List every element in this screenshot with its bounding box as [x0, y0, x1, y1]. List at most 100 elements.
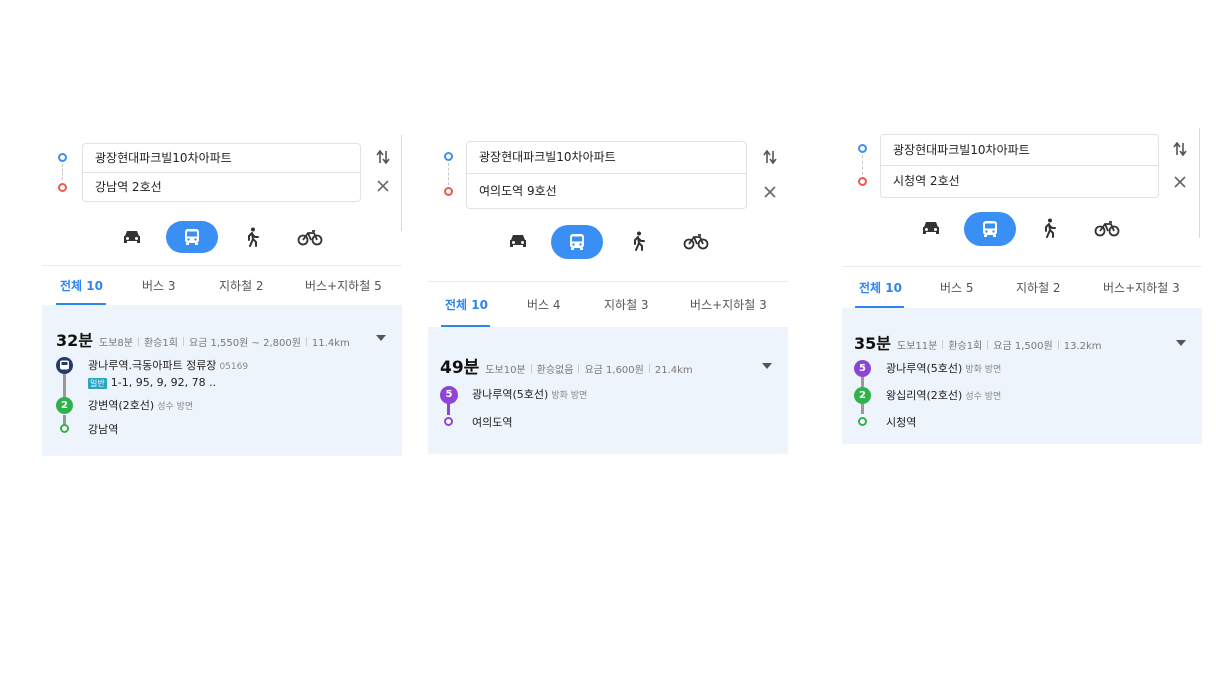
step-sub: 성수 방면 — [965, 392, 1002, 402]
distance: 11.4km — [311, 338, 350, 349]
meta-separator — [530, 364, 532, 373]
step-name: 여의도역 — [472, 416, 513, 429]
route-search: 광장현대파크빌10차아파트 여의도역 9호선 — [428, 135, 788, 225]
route-result-card[interactable]: 35분 도보11분 환승1회 요금 1,500원 13.2km 5 광나루역(5… — [842, 308, 1202, 444]
step-name: 강변역(2호선) — [88, 399, 155, 412]
mode-bike-button[interactable] — [1085, 212, 1129, 244]
walk-icon — [634, 231, 645, 251]
meta-separator — [987, 340, 989, 349]
route-step: 2 강변역(2호선) 성수 방면 — [56, 397, 402, 421]
caret-down-icon[interactable] — [376, 335, 386, 341]
route-step: 강남역 — [56, 421, 402, 445]
tab-bus-subway[interactable]: 버스+지하철 3 — [690, 296, 767, 313]
mode-bus-button[interactable] — [166, 221, 218, 253]
destination-input[interactable]: 강남역 2호선 — [82, 172, 361, 202]
bus-icon — [983, 221, 997, 237]
mode-bus-button[interactable] — [964, 212, 1016, 246]
bike-icon — [683, 234, 709, 250]
tab-all[interactable]: 전체 10 — [60, 277, 103, 294]
step-name: 광나루역.극동아파트 정류장 — [88, 359, 217, 372]
tab-bus[interactable]: 버스 4 — [527, 296, 561, 313]
destination-marker-icon — [444, 187, 453, 196]
route-step: 5 광나루역(5호선) 방화 방면 — [440, 386, 788, 414]
origin-input[interactable]: 광장현대파크빌10차아파트 — [466, 141, 747, 174]
route-connector — [62, 164, 63, 180]
mode-walk-button[interactable] — [230, 221, 274, 253]
step-name: 왕십리역(2호선) — [886, 389, 963, 402]
mode-bike-button[interactable] — [288, 221, 332, 253]
origin-marker-icon — [858, 144, 867, 153]
route-summary: 35분 도보11분 환승1회 요금 1,500원 13.2km — [854, 330, 1202, 354]
route-step: 광나루역.극동아파트 정류장 05169 일반 1-1, 95, 9, 92, 78… — [56, 357, 402, 397]
fare: 요금 1,550원 ~ 2,800원 — [188, 338, 301, 349]
meta-separator — [578, 364, 580, 373]
destination-marker-icon — [858, 177, 867, 186]
mode-walk-button[interactable] — [616, 225, 660, 257]
tab-bus[interactable]: 버스 5 — [940, 279, 974, 296]
tab-bus-subway[interactable]: 버스+지하철 3 — [1103, 279, 1180, 296]
route-result-card[interactable]: 49분 도보10분 환승없음 요금 1,600원 21.4km 5 광나루역(5… — [428, 327, 788, 454]
destination-marker-icon — [58, 183, 67, 192]
close-icon[interactable] — [1173, 175, 1187, 189]
step-name: 광나루역(5호선) — [886, 362, 963, 375]
close-icon[interactable] — [376, 179, 390, 193]
origin-marker-icon — [444, 152, 453, 161]
tab-bus[interactable]: 버스 3 — [142, 277, 176, 294]
mode-bike-button[interactable] — [674, 225, 718, 257]
route-summary: 49분 도보10분 환승없음 요금 1,600원 21.4km — [440, 353, 788, 378]
mode-car-button[interactable] — [110, 221, 154, 253]
meta-separator — [305, 337, 307, 346]
step-name: 강남역 — [88, 423, 119, 436]
route-search: 광장현대파크빌10차아파트 시청역 2호선 — [842, 128, 1202, 238]
travel-time: 49분 — [440, 358, 480, 378]
bike-icon — [297, 230, 323, 246]
bus-line: 일반 1-1, 95, 9, 92, 78 .. — [88, 376, 402, 389]
step-name: 시청역 — [886, 416, 917, 429]
route-result-card[interactable]: 32분 도보8분 환승1회 요금 1,550원 ~ 2,800원 11.4km … — [42, 305, 402, 456]
tab-subway[interactable]: 지하철 3 — [604, 296, 649, 313]
travel-time: 35분 — [854, 334, 891, 353]
walk-time: 도보10분 — [485, 365, 526, 376]
destination-end-icon — [858, 417, 867, 426]
meta-separator — [648, 364, 650, 373]
mode-car-button[interactable] — [496, 225, 540, 257]
meta-separator — [942, 340, 944, 349]
swap-icon[interactable] — [1173, 141, 1187, 157]
tab-all[interactable]: 전체 10 — [445, 296, 488, 313]
tab-bus-subway[interactable]: 버스+지하철 5 — [305, 277, 382, 294]
origin-input[interactable]: 광장현대파크빌10차아파트 — [82, 143, 361, 173]
caret-down-icon[interactable] — [762, 363, 772, 369]
line-5-badge: 5 — [854, 360, 871, 377]
swap-icon[interactable] — [763, 149, 777, 165]
destination-input[interactable]: 시청역 2호선 — [880, 165, 1159, 198]
result-tabs: 전체 10 버스 5 지하철 2 버스+지하철 3 — [842, 266, 1202, 308]
distance: 13.2km — [1063, 341, 1102, 352]
bus-stop-icon — [56, 357, 73, 374]
origin-input[interactable]: 광장현대파크빌10차아파트 — [880, 134, 1159, 166]
tab-all[interactable]: 전체 10 — [859, 279, 902, 296]
transport-modes — [428, 225, 788, 281]
transport-modes — [42, 219, 402, 265]
close-icon[interactable] — [763, 185, 777, 199]
walk-time: 도보8분 — [99, 338, 133, 349]
car-icon — [510, 235, 526, 247]
swap-icon[interactable] — [376, 149, 390, 165]
bus-type-badge: 일반 — [88, 378, 107, 389]
mode-bus-button[interactable] — [551, 225, 603, 259]
transport-modes — [842, 212, 1202, 266]
tab-subway[interactable]: 지하철 2 — [1016, 279, 1061, 296]
route-step: 2 왕십리역(2호선) 성수 방면 — [854, 387, 1202, 414]
caret-down-icon[interactable] — [1176, 340, 1186, 346]
tab-subway[interactable]: 지하철 2 — [219, 277, 264, 294]
step-sub: 방화 방면 — [551, 391, 588, 401]
destination-input[interactable]: 여의도역 9호선 — [466, 173, 747, 209]
line-2-badge: 2 — [854, 387, 871, 404]
walk-icon — [1045, 218, 1056, 238]
origin-marker-icon — [58, 153, 67, 162]
meta-separator — [1057, 340, 1059, 349]
mode-car-button[interactable] — [909, 212, 953, 244]
step-name: 광나루역(5호선) — [472, 388, 549, 401]
route-panel-3: 광장현대파크빌10차아파트 시청역 2호선 전체 10 버스 5 지하철 2 버… — [842, 128, 1202, 444]
mode-walk-button[interactable] — [1027, 212, 1071, 244]
line-5-badge: 5 — [440, 386, 458, 404]
